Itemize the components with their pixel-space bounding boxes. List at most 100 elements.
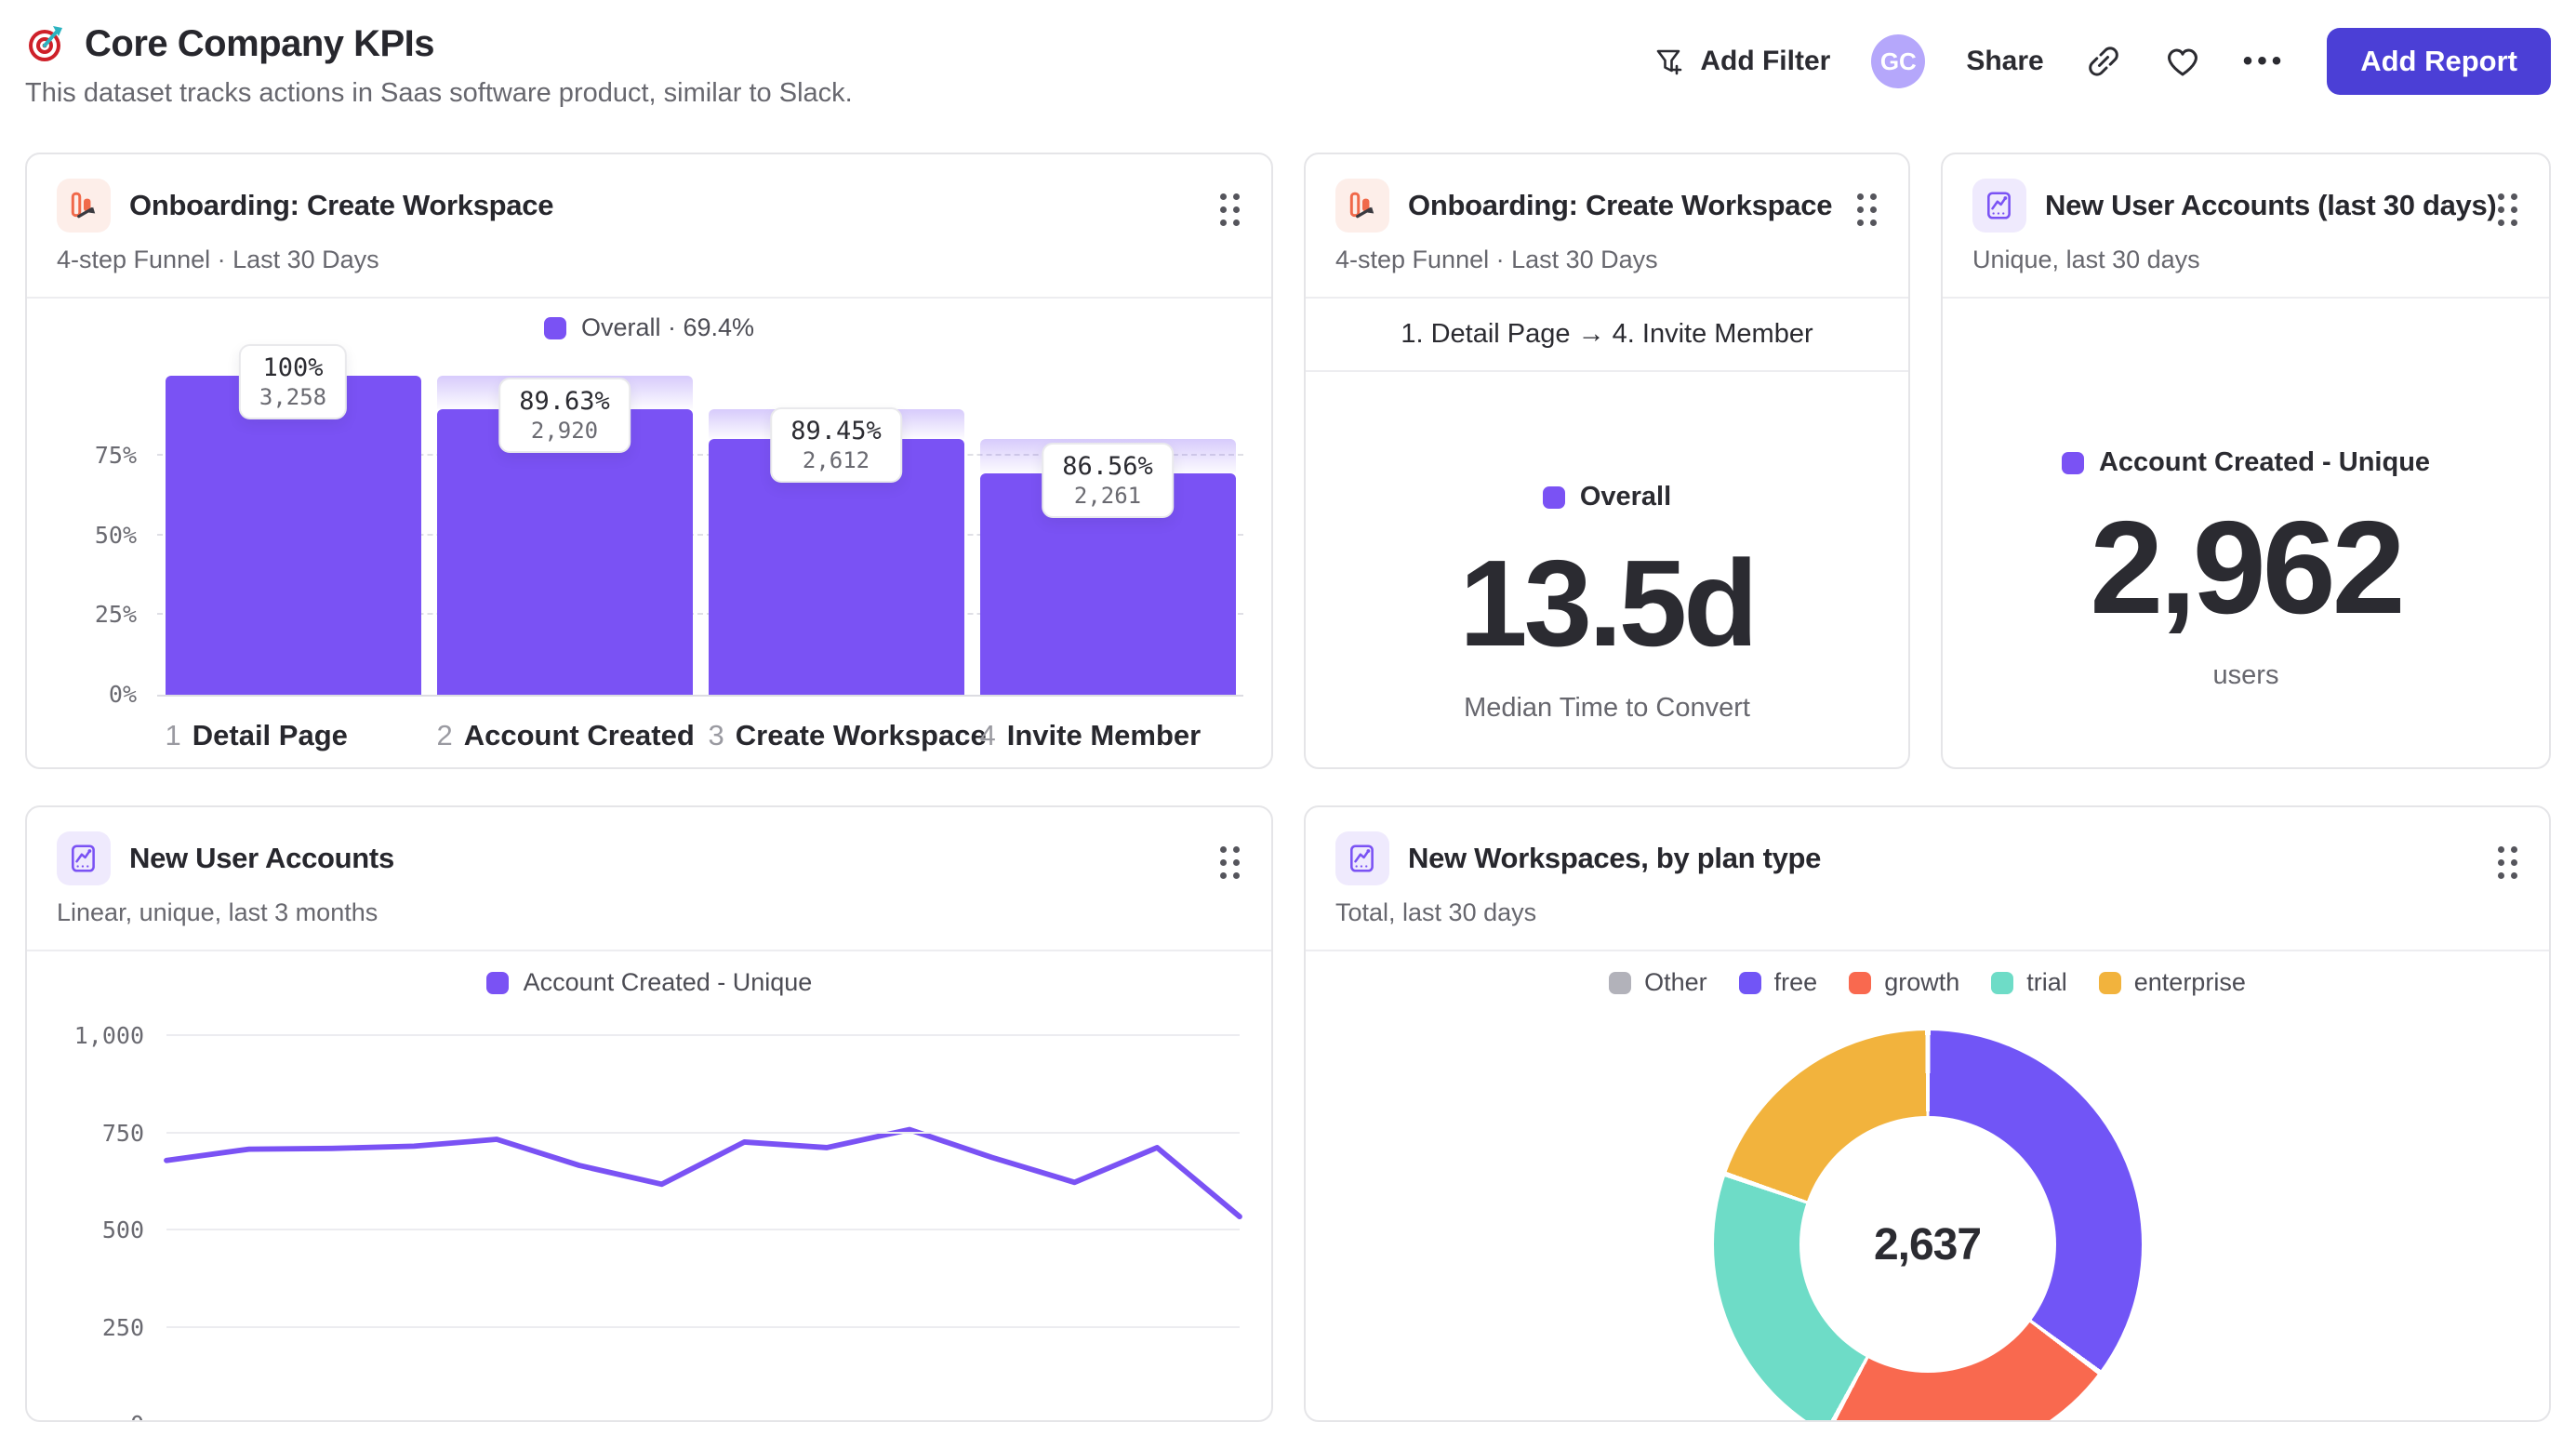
donut-legend-item-enterprise[interactable]: enterprise [2098,968,2246,997]
legend-label: Account Created - Unique [523,968,813,996]
line-y-tick-label: 500 [101,1216,144,1243]
funnel-step-name: Create Workspace [735,719,987,751]
drag-handle-icon[interactable] [1220,193,1240,226]
donut-legend-item-trial[interactable]: trial [1991,968,2067,997]
legend-swatch [1849,971,1872,994]
funnel-step-number: 4 [979,719,996,751]
funnel-report-icon [57,179,111,233]
insights-report-icon [57,831,111,885]
card-subtitle: 4-step Funnel · Last 30 Days [1335,246,1658,273]
funnel-pct-label: 100% [262,353,324,382]
donut-legend-item-other[interactable]: Other [1609,968,1707,997]
donut-legend-item-free[interactable]: free [1738,968,1818,997]
funnel-step-number: 2 [436,719,453,751]
insights-report-icon [1972,179,2026,233]
legend-label: free [1773,968,1818,996]
funnel-bar-tooltip: 89.63% 2,920 [498,377,631,453]
card-subtitle: Unique, last 30 days [1972,246,2200,273]
line-legend[interactable]: Account Created - Unique [27,951,1271,1004]
funnel-step-name: Detail Page [192,719,348,751]
funnel-y-tick-label: 50% [94,521,137,549]
card-subtitle: Total, last 30 days [1335,898,1537,926]
donut-chart[interactable]: 2,637 [1713,1030,2142,1420]
funnel-step-label[interactable]: 4 Invite Member [980,719,1202,752]
legend-swatch [1542,485,1565,509]
metric-caption: users [2212,660,2279,690]
metric-legend[interactable]: Overall [1542,482,1672,512]
funnel-pct-label: 89.63% [519,386,610,416]
drag-handle-icon[interactable] [1857,193,1877,226]
line-series-svg[interactable] [164,1036,1242,1413]
funnel-step-number: 1 [165,719,181,751]
favorite-button[interactable] [2163,42,2202,81]
drag-handle-icon[interactable] [2498,846,2517,879]
funnel-y-tick-label: 0% [108,681,137,708]
card-title: New Workspaces, by plan type [1408,842,1822,874]
donut-total: 2,637 [1873,1219,1982,1270]
funnel-column: 86.56% 2,261 [979,376,1236,695]
line-gridline [166,1325,1240,1328]
line-y-tick-label: 750 [101,1119,144,1147]
drag-handle-icon[interactable] [2498,193,2517,226]
add-filter-button[interactable]: Add Filter [1652,44,1830,79]
more-menu-button[interactable]: ••• [2243,46,2287,77]
card-title: New User Accounts (last 30 days) [2045,189,2497,221]
funnel-pct-label: 89.45% [790,417,882,446]
funnel-column: 100% 3,258 [165,344,421,695]
legend-label: enterprise [2133,968,2246,996]
funnel-step-range: 1. Detail Page → 4. Invite Member [1306,299,1908,372]
line-y-tick-label: 250 [101,1313,144,1341]
funnel-bar-1[interactable] [165,376,421,695]
donut-legend: Other free growth trial enterprise [1306,951,2549,997]
card-title: Onboarding: Create Workspace [129,189,554,221]
funnel-step-number: 3 [708,719,724,751]
funnel-y-tick-label: 25% [94,601,137,629]
legend-label: Overall [1579,482,1672,512]
donut-hole: 2,637 [1799,1116,2056,1373]
line-gridline [166,1131,1240,1134]
funnel-step-name: Invite Member [1006,719,1202,751]
link-icon [2085,43,2122,80]
line-gridline [166,1034,1240,1036]
header-actions: Add Filter GC Share ••• Add Report [1652,28,2551,95]
legend-label: Overall · 69.4% [580,313,755,341]
add-report-button[interactable]: Add Report [2327,28,2551,95]
funnel-legend[interactable]: Overall · 69.4% [27,299,1271,348]
funnel-step-label[interactable]: 2 Account Created [437,719,695,752]
legend-label: trial [2026,968,2067,996]
drag-handle-icon[interactable] [1220,846,1240,879]
card-new-user-accounts-line: New User Accounts Linear, unique, last 3… [25,805,1273,1422]
funnel-column: 89.45% 2,612 [708,376,964,695]
legend-swatch [2061,451,2084,474]
heart-icon [2163,42,2202,81]
funnel-step-label[interactable]: 1 Detail Page [166,719,348,752]
metric-legend[interactable]: Account Created - Unique [2061,447,2430,478]
donut-legend-item-growth[interactable]: growth [1849,968,1959,997]
card-subtitle: Linear, unique, last 3 months [57,898,378,926]
funnel-column: 89.63% 2,920 [436,376,693,695]
share-button[interactable]: Share [1966,46,2043,77]
card-subtitle: 4-step Funnel · Last 30 Days [57,246,379,273]
dashboard-page: Core Company KPIs This dataset tracks ac… [0,0,2576,1422]
legend-swatch [1738,971,1761,994]
funnel-bar-tooltip: 89.45% 2,612 [770,407,902,484]
card-time-to-convert: Onboarding: Create Workspace 4-step Funn… [1304,153,1910,769]
funnel-bar-tooltip: 86.56% 2,261 [1042,442,1174,518]
line-y-tick-label: 1,000 [73,1022,144,1049]
board-heading: Core Company KPIs This dataset tracks ac… [25,22,853,109]
median-time-value: 13.5d [1459,535,1759,671]
funnel-count-label: 3,258 [259,384,327,410]
legend-label: growth [1884,968,1960,996]
funnel-report-icon [1335,179,1389,233]
metric-caption: Median Time to Convert [1464,693,1750,723]
funnel-step-label[interactable]: 3 Create Workspace [709,719,987,752]
copy-link-button[interactable] [2085,43,2122,80]
filter-plus-icon [1652,44,1687,79]
legend-swatch [485,971,509,994]
funnel-y-tick-label: 75% [94,441,137,469]
insights-report-icon [1335,831,1389,885]
legend-swatch [1991,971,2014,994]
legend-label: Other [1644,968,1707,996]
user-avatar[interactable]: GC [1871,34,1926,88]
target-icon [25,22,68,65]
